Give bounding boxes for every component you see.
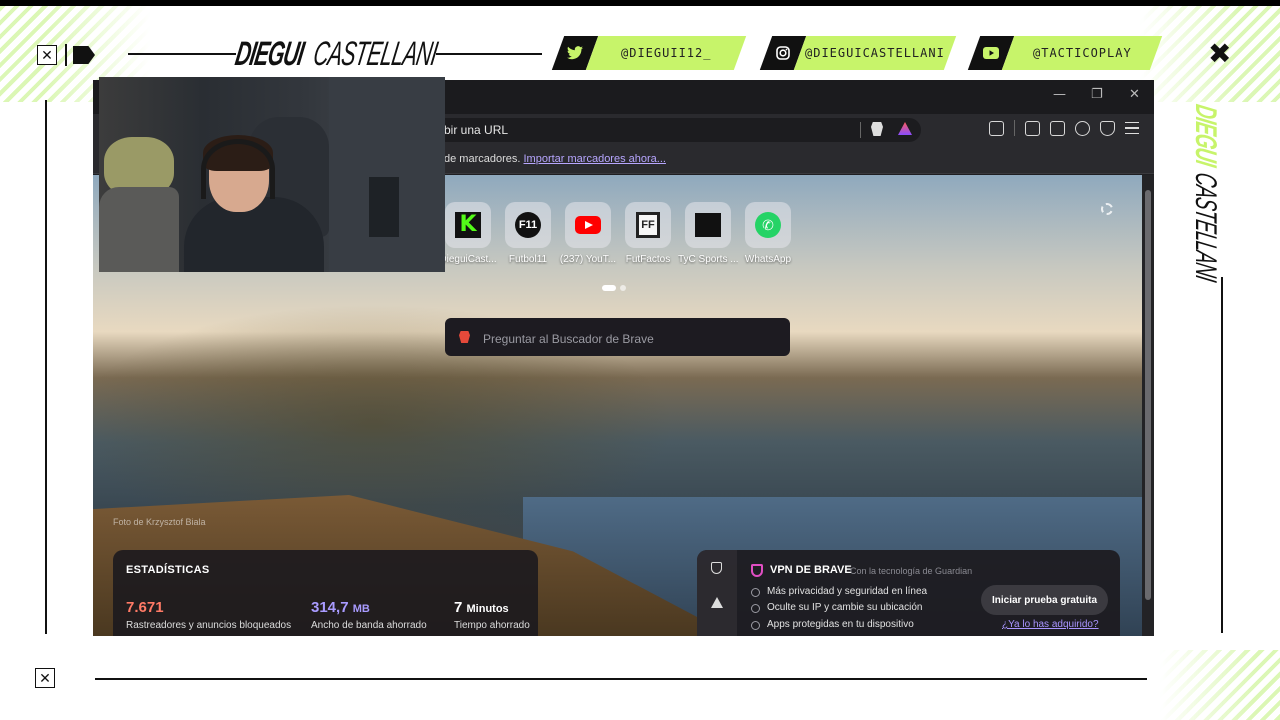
top-site-label: TyC Sports ... <box>678 254 738 265</box>
overlay-x-bottom-icon: ✕ <box>35 668 55 688</box>
address-bar-text[interactable]: bir una URL <box>444 123 508 137</box>
webcam-frame-object <box>369 177 399 237</box>
address-bar-divider <box>860 122 861 138</box>
title-bold: DIEGUI <box>232 34 307 73</box>
vpn-feature: Más privacidad y seguridad en línea <box>767 586 928 597</box>
top-site-tile[interactable]: TyC Sports ... <box>678 202 738 265</box>
time-saved-label: Tiempo ahorrado <box>454 620 530 631</box>
trackers-blocked-value: 7.671 <box>126 599 164 616</box>
bookmarks-message: de marcadores. Importar marcadores ahora… <box>444 153 666 165</box>
check-icon <box>751 588 760 597</box>
tyc-sports-icon <box>695 213 721 237</box>
vpn-powered-by: Con la tecnología de Guardian <box>850 566 973 576</box>
youtube-handle-box: @TACTICOPLAY <box>1001 36 1163 70</box>
headset-icon <box>201 139 275 199</box>
search-placeholder[interactable]: Preguntar al Buscador de Brave <box>483 332 654 346</box>
toolbar-icons <box>989 120 1139 136</box>
frame-line-right <box>1221 277 1223 633</box>
vpn-title: VPN DE BRAVE <box>770 564 852 576</box>
check-icon <box>751 604 760 613</box>
instagram-handle: @DIEGUICASTELLANI <box>805 46 945 60</box>
check-icon <box>751 621 760 630</box>
kick-icon: K <box>455 212 481 238</box>
bandwidth-saved-value: 314,7 MB <box>311 599 370 616</box>
frame-line-bottom <box>95 678 1147 680</box>
sidebar-icon[interactable] <box>1025 120 1040 136</box>
minimize-icon[interactable]: — <box>1053 88 1066 101</box>
futfactos-icon: FF <box>636 212 660 238</box>
customize-gear-icon[interactable] <box>1101 203 1113 215</box>
pager-dot[interactable] <box>620 285 626 291</box>
vpn-icon[interactable] <box>1100 120 1115 136</box>
restore-icon[interactable]: ❐ <box>1091 88 1103 101</box>
bandwidth-saved-label: Ancho de banda ahorrado <box>311 620 427 631</box>
top-black-bar <box>0 0 1280 6</box>
top-site-tile[interactable]: F11 Futbol11 <box>505 202 551 265</box>
vpn-shield-icon <box>751 564 763 577</box>
twitter-handle: @DIEGUII12_ <box>620 46 712 60</box>
already-purchased-link[interactable]: ¿Ya lo has adquirido? <box>1002 619 1099 630</box>
pager-dot-active[interactable] <box>602 285 616 291</box>
whatsapp-icon: ✆ <box>755 212 781 238</box>
frame-line-left <box>45 100 47 634</box>
social-instagram: @DIEGUICASTELLANI <box>759 36 957 70</box>
social-youtube: @TACTICOPLAY <box>967 36 1163 70</box>
top-sites-pager <box>602 285 626 291</box>
youtube-handle: @TACTICOPLAY <box>1032 46 1132 60</box>
close-window-icon[interactable]: ✕ <box>1129 88 1140 101</box>
top-site-label: DieguiCast... <box>439 254 497 265</box>
overlay-close-icon: ✖ <box>1208 37 1232 70</box>
title-light: CASTELLANI <box>310 34 441 73</box>
import-bookmarks-link[interactable]: Importar marcadores ahora... <box>524 153 666 165</box>
youtube-icon <box>575 216 601 234</box>
menu-icon[interactable] <box>1125 122 1139 134</box>
top-sites: K DieguiCast... F11 Futbol11 (237) YouT.… <box>439 202 791 265</box>
title-line-right <box>436 53 542 55</box>
top-site-label: WhatsApp <box>744 254 792 265</box>
twitter-handle-box: @DIEGUII12_ <box>585 36 747 70</box>
decorative-stripes-bottom-right <box>1160 650 1280 720</box>
vpn-widget-tab-icon[interactable] <box>711 562 722 574</box>
top-site-label: Futbol11 <box>508 254 548 265</box>
overlay-divider <box>65 44 67 66</box>
leo-ai-icon[interactable] <box>1075 120 1090 136</box>
side-title-light: CASTELLANI <box>1189 170 1222 284</box>
side-title-bold: DIEGUI <box>1189 102 1222 169</box>
instagram-handle-box: @DIEGUICASTELLANI <box>793 36 957 70</box>
top-site-tile[interactable]: FF FutFactos <box>625 202 671 265</box>
vpn-feature: Oculte su IP y cambie su ubicación <box>767 602 923 613</box>
social-twitter: @DIEGUII12_ <box>551 36 747 70</box>
top-site-label: (237) YouT... <box>559 254 617 265</box>
bandwidth-unit: MB <box>352 603 370 615</box>
top-site-tile[interactable]: (237) YouT... <box>560 202 616 265</box>
overlay-x-icon: ✕ <box>37 45 57 65</box>
time-unit: Minutos <box>466 603 509 615</box>
webcam-feed <box>99 77 445 272</box>
futbol11-icon: F11 <box>515 212 541 238</box>
start-free-trial-button[interactable]: Iniciar prueba gratuita <box>981 585 1108 615</box>
scrollbar-thumb[interactable] <box>1145 190 1151 600</box>
photo-credit[interactable]: Foto de Krzysztof Biala <box>113 517 206 527</box>
stats-title: ESTADÍSTICAS <box>126 564 210 576</box>
bookmarks-text: de marcadores. <box>444 153 521 165</box>
top-site-tile[interactable]: ✆ WhatsApp <box>745 202 791 265</box>
screenshot-icon[interactable] <box>989 120 1004 136</box>
webcam-background <box>329 77 445 272</box>
top-site-label: FutFactos <box>625 254 671 265</box>
wallet-icon[interactable] <box>1050 120 1065 136</box>
streamer-title: DIEGUI CASTELLANI <box>232 34 441 74</box>
webcam-equipment <box>99 187 179 272</box>
top-site-tile[interactable]: K DieguiCast... <box>439 202 497 265</box>
trackers-blocked-label: Rastreadores y anuncios bloqueados <box>126 620 292 631</box>
time-saved-value: 7 Minutos <box>454 599 509 616</box>
vpn-feature: Apps protegidas en tu dispositivo <box>767 619 914 630</box>
title-line-left <box>128 53 236 55</box>
toolbar-divider <box>1014 120 1015 136</box>
side-vertical-title: DIEGUI CASTELLANI <box>1182 102 1262 284</box>
